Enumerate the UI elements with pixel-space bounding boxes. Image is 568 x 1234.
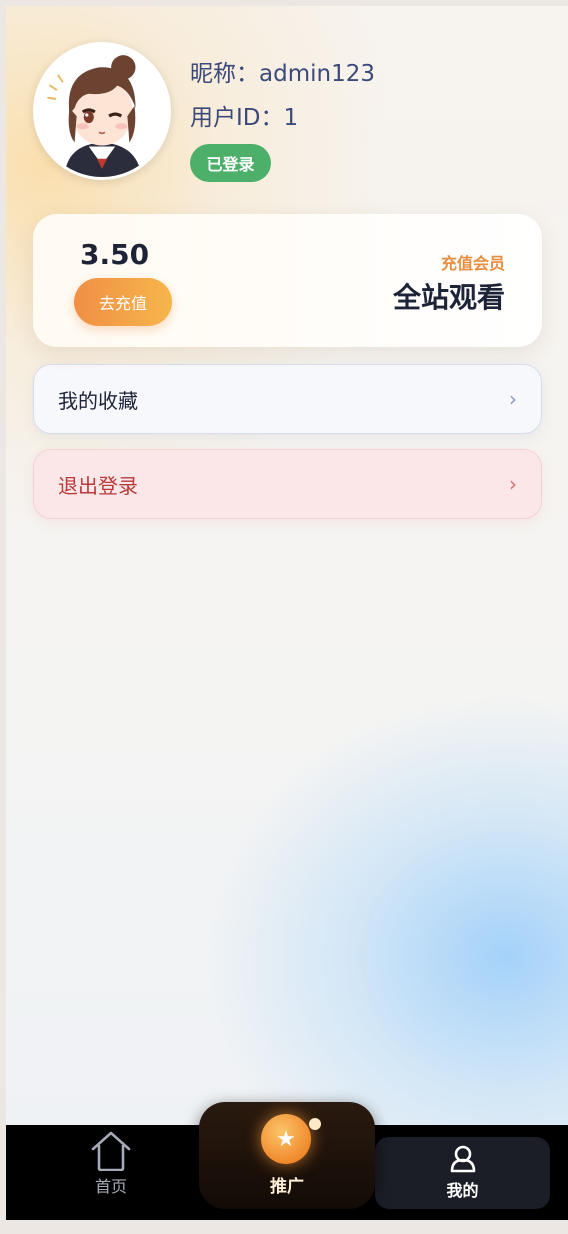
status-badge: 已登录: [190, 144, 271, 182]
nickname: 昵称：admin123: [190, 61, 375, 87]
avatar-illustration: [36, 45, 168, 177]
logout-row[interactable]: 退出登录 ›: [33, 449, 542, 519]
user-icon: [450, 1145, 475, 1173]
recharge-button[interactable]: 去充值: [74, 278, 172, 326]
wallet-card: 3.50 去充值 充值会员 全站观看: [33, 214, 542, 347]
chevron-right-icon: ›: [509, 472, 517, 496]
tab-mine[interactable]: 我的: [375, 1137, 550, 1209]
tab-promo-label: 推广: [270, 1177, 304, 1197]
app-frame: 昵称：admin123 用户ID：1 已登录 3.50 去充值 充值会员 全站观…: [6, 6, 568, 1220]
tab-promo[interactable]: ★ 推广: [199, 1102, 375, 1209]
notification-dot: [309, 1118, 321, 1130]
vip-title[interactable]: 全站观看: [393, 276, 505, 316]
tab-home[interactable]: 首页: [66, 1125, 156, 1220]
tab-home-label: 首页: [94, 1177, 127, 1196]
vip-label: 充值会员: [440, 254, 505, 273]
user-id: 用户ID：1: [190, 105, 299, 131]
house-icon: [91, 1131, 131, 1171]
chevron-right-icon: ›: [509, 387, 517, 411]
avatar[interactable]: [33, 42, 171, 180]
tab-mine-label: 我的: [446, 1181, 479, 1200]
favorites-row[interactable]: 我的收藏 ›: [33, 364, 542, 434]
star-icon: ★: [261, 1114, 311, 1164]
favorites-label: 我的收藏: [58, 388, 138, 413]
logout-label: 退出登录: [58, 473, 138, 498]
balance-amount: 3.50: [80, 238, 150, 271]
